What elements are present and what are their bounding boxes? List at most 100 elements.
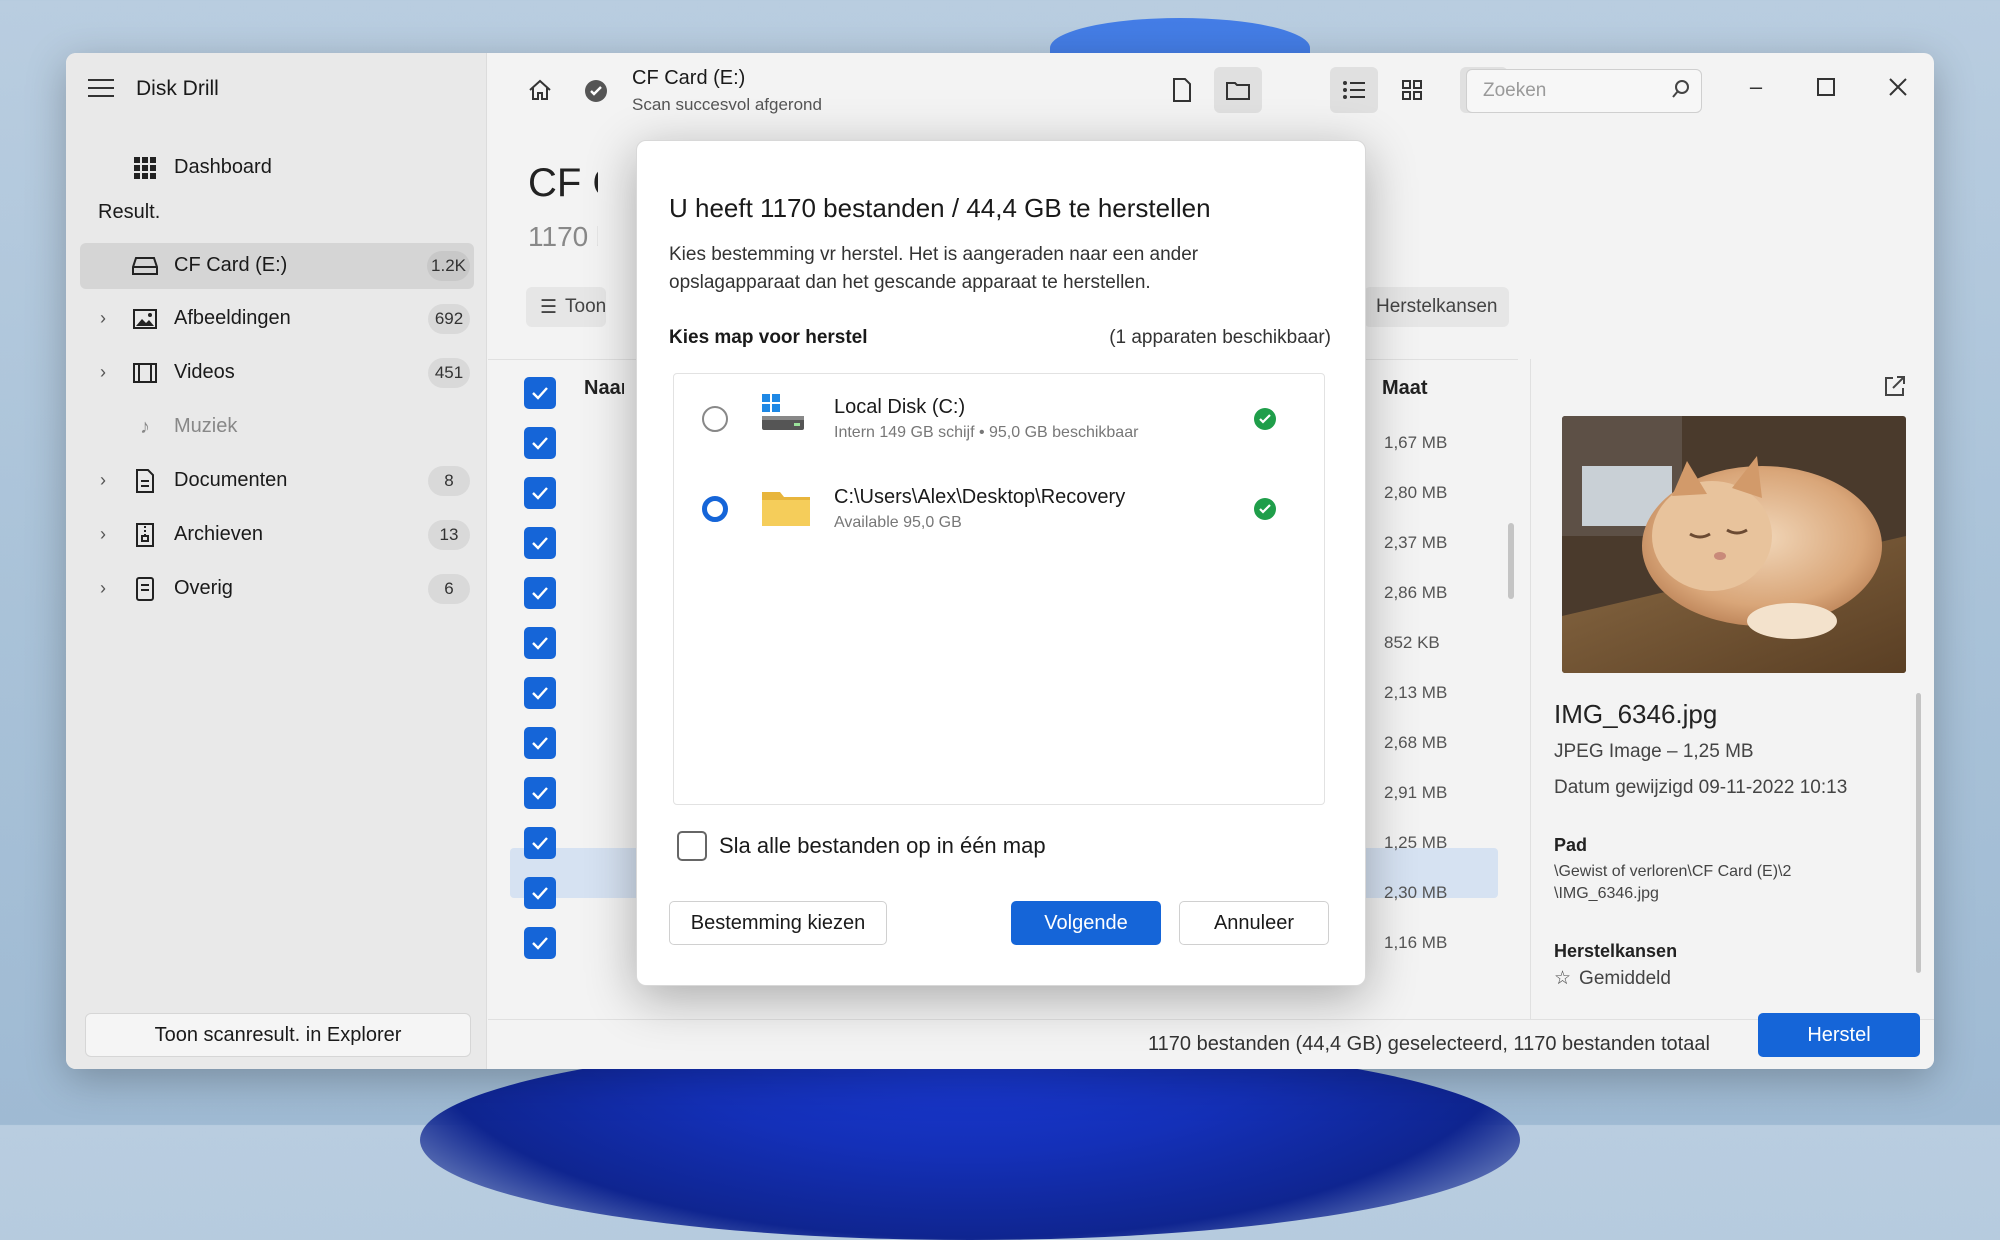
choose-destination-button[interactable]: Bestemming kiezen bbox=[669, 901, 887, 945]
row-checkbox[interactable] bbox=[524, 727, 556, 759]
search-input[interactable] bbox=[1481, 79, 1665, 103]
recover-button[interactable]: Herstel bbox=[1758, 1013, 1920, 1057]
sidebar-item-documenten[interactable]: › Documenten 8 bbox=[80, 458, 474, 504]
device-title: CF Card (E:) bbox=[632, 67, 746, 89]
star-icon: ☆ bbox=[1554, 968, 1572, 989]
preview-scrollbar[interactable] bbox=[1916, 693, 1921, 973]
close-icon[interactable] bbox=[1878, 67, 1918, 107]
sidebar-item-afbeeldingen[interactable]: › Afbeeldingen 692 bbox=[80, 296, 474, 342]
chevron-right-icon[interactable]: › bbox=[100, 362, 106, 383]
chevron-right-icon[interactable]: › bbox=[100, 308, 106, 329]
file-size: 1,25 MB bbox=[1384, 833, 1448, 852]
row-checkbox[interactable] bbox=[524, 777, 556, 809]
next-button[interactable]: Volgende bbox=[1011, 901, 1161, 945]
check-circle-icon bbox=[1254, 408, 1276, 430]
show-in-explorer-button[interactable]: Toon scanresult. in Explorer bbox=[85, 1013, 471, 1057]
sidebar-section-title: Result. bbox=[98, 201, 161, 223]
chevron-right-icon[interactable]: › bbox=[100, 578, 106, 599]
list-scrollbar[interactable] bbox=[1508, 523, 1514, 599]
preview-recovery-label: Herstelkansen bbox=[1554, 941, 1678, 961]
single-folder-checkbox[interactable] bbox=[677, 831, 707, 861]
file-size: 2,13 MB bbox=[1384, 683, 1448, 702]
hamburger-menu-icon[interactable] bbox=[88, 79, 114, 99]
sidebar-item-label: Dashboard bbox=[174, 156, 272, 178]
home-icon[interactable] bbox=[528, 79, 552, 107]
sidebar-item-label: Videos bbox=[174, 361, 235, 383]
cancel-button[interactable]: Annuleer bbox=[1179, 901, 1329, 945]
count-badge: 13 bbox=[428, 520, 470, 550]
show-filter-label: Toon bbox=[565, 296, 607, 317]
destination-radio-recovery-folder[interactable] bbox=[702, 496, 728, 522]
other-file-icon bbox=[132, 576, 158, 602]
preview-file-type: JPEG Image – 1,25 MB bbox=[1554, 741, 1754, 762]
dialog-description: Kies bestemming vr herstel. Het is aange… bbox=[669, 244, 1199, 293]
count-badge: 8 bbox=[428, 466, 470, 496]
row-checkbox[interactable] bbox=[524, 577, 556, 609]
select-all-checkbox[interactable] bbox=[524, 377, 556, 409]
file-size: 2,37 MB bbox=[1384, 533, 1448, 552]
show-filter-button[interactable]: ☰ Toon bbox=[526, 287, 606, 327]
chevron-right-icon[interactable]: › bbox=[100, 524, 106, 545]
sidebar-item-label: Muziek bbox=[174, 415, 238, 437]
row-checkbox[interactable] bbox=[524, 927, 556, 959]
scan-status: Scan succesvol afgerond bbox=[632, 95, 822, 114]
single-folder-label[interactable]: Sla alle bestanden op in één map bbox=[719, 833, 1046, 859]
list-view-icon[interactable] bbox=[1330, 67, 1378, 113]
image-icon bbox=[132, 306, 158, 332]
column-header-size[interactable]: Maat bbox=[1382, 377, 1428, 400]
minimize-icon[interactable]: – bbox=[1736, 67, 1776, 107]
sidebar-item-label: Documenten bbox=[174, 469, 288, 491]
sidebar-item-label: Archieven bbox=[174, 523, 263, 545]
sidebar-item-muziek[interactable]: ♪ Muziek bbox=[80, 404, 474, 450]
selection-status: 1170 bestanden (44,4 GB) geselecteerd, 1… bbox=[1148, 1033, 1710, 1055]
document-icon bbox=[132, 468, 158, 494]
app-title: Disk Drill bbox=[136, 77, 219, 100]
count-badge: 6 bbox=[428, 574, 470, 604]
recovery-chances-filter[interactable]: Herstelkansen bbox=[1364, 287, 1510, 327]
row-checkbox[interactable] bbox=[524, 627, 556, 659]
row-checkbox[interactable] bbox=[524, 877, 556, 909]
file-size: 2,68 MB bbox=[1384, 733, 1448, 752]
sidebar-item-cf-card[interactable]: CF Card (E:) 1.2K bbox=[80, 243, 474, 289]
sidebar-item-dashboard[interactable]: Dashboard bbox=[80, 145, 474, 191]
destination-radio-local-disk[interactable] bbox=[702, 406, 728, 432]
grid-view-icon[interactable] bbox=[1388, 67, 1436, 113]
file-view-icon[interactable] bbox=[1158, 67, 1206, 113]
column-header-name[interactable]: Naam bbox=[584, 377, 624, 400]
drive-icon bbox=[132, 253, 158, 279]
destination-name: Local Disk (C:) bbox=[834, 396, 966, 418]
row-checkbox[interactable] bbox=[524, 827, 556, 859]
preview-path-line: \IMG_6346.jpg bbox=[1554, 885, 1659, 902]
preview-path: \Gewist of verloren\CF Card (E)\2 \IMG_6… bbox=[1554, 861, 1884, 905]
file-size: 1,67 MB bbox=[1384, 433, 1448, 452]
file-size: 2,30 MB bbox=[1384, 883, 1448, 902]
row-checkbox[interactable] bbox=[524, 677, 556, 709]
row-checkbox[interactable] bbox=[524, 427, 556, 459]
preview-date-modified: Datum gewijzigd 09-11-2022 10:13 bbox=[1554, 777, 1848, 798]
search-icon[interactable] bbox=[1671, 79, 1691, 104]
sidebar-item-label: CF Card (E:) bbox=[174, 254, 288, 276]
sidebar-item-archieven[interactable]: › Archieven 13 bbox=[80, 512, 474, 558]
file-size: 2,86 MB bbox=[1384, 583, 1448, 602]
maximize-icon[interactable] bbox=[1806, 67, 1846, 107]
check-circle-icon bbox=[1254, 498, 1276, 520]
search-field[interactable] bbox=[1466, 69, 1702, 113]
dialog-title: U heeft 1170 bestanden / 44,4 GB te hers… bbox=[669, 193, 1211, 223]
preview-path-label: Pad bbox=[1554, 835, 1588, 855]
sidebar-item-overig[interactable]: › Overig 6 bbox=[80, 566, 474, 612]
preview-path-line: \Gewist of verloren\CF Card (E)\2 bbox=[1554, 863, 1792, 880]
folder-view-icon[interactable] bbox=[1214, 67, 1262, 113]
file-size: 2,91 MB bbox=[1384, 783, 1448, 802]
sidebar-item-label: Afbeeldingen bbox=[174, 307, 291, 329]
row-checkbox[interactable] bbox=[524, 477, 556, 509]
preview-file-name: IMG_6346.jpg bbox=[1554, 699, 1718, 729]
filter-icon: ☰ bbox=[540, 296, 558, 318]
row-checkbox[interactable] bbox=[524, 527, 556, 559]
open-external-icon[interactable] bbox=[1884, 375, 1906, 402]
destination-name: C:\Users\Alex\Desktop\Recovery bbox=[834, 486, 1126, 508]
windows-drive-icon bbox=[760, 392, 806, 437]
preview-recovery-chance: ☆ Gemiddeld bbox=[1554, 967, 1671, 990]
file-size: 852 KB bbox=[1384, 633, 1440, 652]
sidebar-item-videos[interactable]: › Videos 451 bbox=[80, 350, 474, 396]
chevron-right-icon[interactable]: › bbox=[100, 470, 106, 491]
